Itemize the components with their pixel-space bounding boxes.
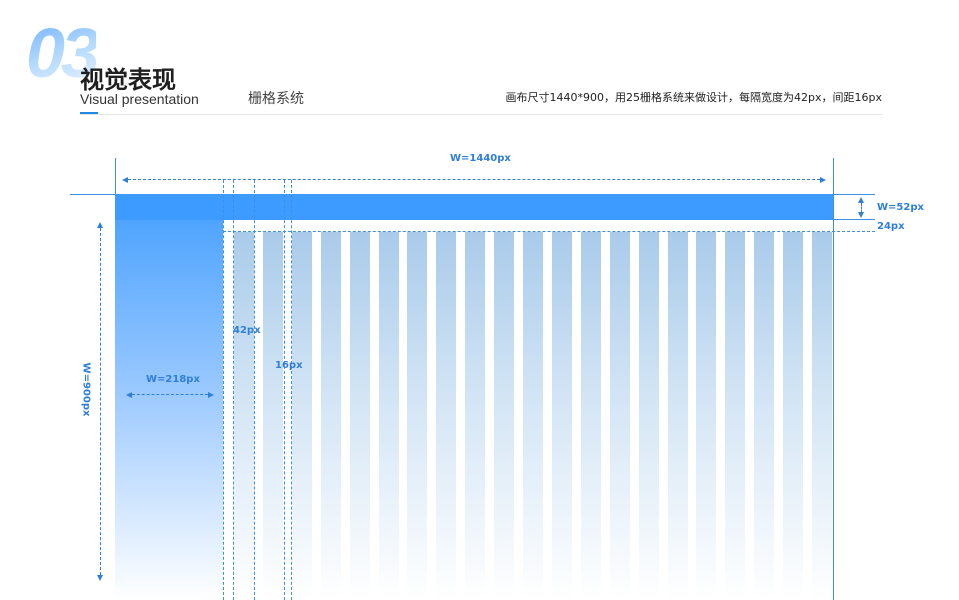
sidebar-width-label: W=218px	[146, 374, 200, 385]
topbar-top-extension	[833, 194, 875, 195]
arrow-left-icon	[126, 392, 132, 398]
grid-column	[349, 232, 370, 600]
grid-column	[754, 232, 775, 600]
arrow-right-icon	[208, 392, 214, 398]
grid-description: 画布尺寸1440*900，用25栅格系统来做设计，每隔宽度为42px，间距16p…	[505, 91, 882, 104]
grid-column	[638, 232, 659, 600]
gutter-right-guide	[291, 180, 292, 600]
column-left-guide	[233, 180, 234, 600]
grid-column	[551, 232, 572, 600]
canvas-top-extension	[70, 194, 115, 195]
sidebar-area	[115, 220, 223, 600]
page-subtitle: Visual presentation	[80, 91, 199, 107]
grid-column	[696, 232, 717, 600]
canvas-right-edge	[833, 158, 834, 600]
grid-column	[465, 232, 486, 600]
canvas-width-label: W=1440px	[450, 153, 511, 164]
grid-column	[609, 232, 630, 600]
sidebar-right-guide	[223, 180, 224, 600]
grid-column	[291, 232, 312, 600]
arrow-right-icon	[820, 177, 826, 183]
grid-column	[783, 232, 804, 600]
section-label: 栅格系统	[248, 91, 304, 107]
gutter-width-label: 16px	[275, 360, 303, 371]
canvas-height-label: W=900px	[80, 362, 92, 417]
sidebar-width-dimension	[132, 394, 208, 395]
grid-column	[407, 232, 428, 600]
content-top-guide	[223, 231, 875, 232]
column-width-label: 42px	[233, 325, 261, 336]
grid-column	[320, 232, 341, 600]
grid-column	[667, 232, 688, 600]
topbar-bottom-extension	[833, 219, 875, 220]
canvas-width-dimension	[128, 179, 820, 180]
grid-column	[436, 232, 457, 600]
topbar-height-label: W=52px	[877, 202, 924, 213]
grid-column	[580, 232, 601, 600]
page-title: 视觉表现	[80, 66, 176, 94]
grid-column	[523, 232, 543, 600]
grid-column	[262, 232, 283, 600]
arrow-left-icon	[122, 177, 128, 183]
grid-column	[234, 232, 254, 600]
grid-column	[494, 232, 515, 600]
grid-column	[725, 232, 746, 600]
top-gap-label: 24px	[877, 221, 905, 232]
grid-column	[812, 232, 832, 600]
column-right-guide	[254, 180, 255, 600]
arrow-down-icon	[858, 212, 864, 218]
canvas-height-dimension	[100, 228, 101, 575]
header-divider	[80, 114, 882, 115]
gutter-left-guide	[284, 180, 285, 600]
grid-column	[378, 232, 399, 600]
arrow-down-icon	[97, 575, 103, 581]
